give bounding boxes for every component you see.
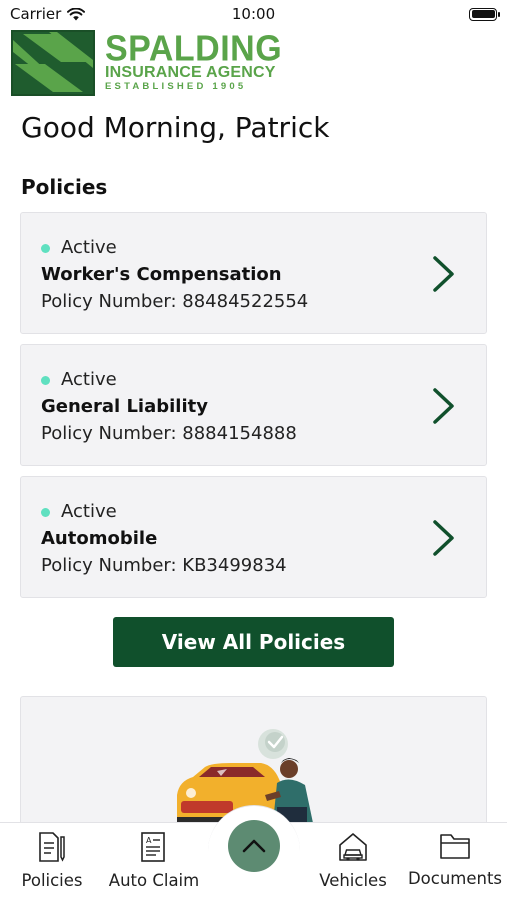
vehicles-garage-icon <box>339 833 367 861</box>
policy-status: Active <box>41 499 466 525</box>
clock-time: 10:00 <box>231 5 276 23</box>
tab-label: Documents <box>407 869 503 888</box>
tab-auto-claim[interactable]: A Auto Claim <box>104 831 204 890</box>
active-status-dot-icon <box>41 507 50 517</box>
auto-claim-form-icon: A <box>141 832 165 862</box>
tab-policies[interactable]: Policies <box>2 831 102 890</box>
policy-card-automobile[interactable]: Active Automobile Policy Number: KB34998… <box>20 476 487 598</box>
battery-level <box>471 10 495 18</box>
chevron-right-icon <box>433 520 454 556</box>
active-status-dot-icon <box>41 243 50 253</box>
policy-number: Policy Number: KB3499834 <box>41 555 287 576</box>
policy-name: General Liability <box>41 396 208 417</box>
status-bar: Carrier 10:00 <box>0 0 507 28</box>
policy-number: Policy Number: 8884154888 <box>41 423 297 444</box>
tab-label: Vehicles <box>319 871 387 890</box>
policy-number: Policy Number: 88484522554 <box>41 291 309 312</box>
view-all-policies-button[interactable]: View All Policies <box>113 617 394 667</box>
policy-status-label: Active <box>61 237 117 258</box>
tab-vehicles[interactable]: Vehicles <box>303 831 403 890</box>
policy-name: Automobile <box>41 528 158 549</box>
documents-folder-icon <box>440 834 470 859</box>
tab-label: Policies <box>21 871 83 890</box>
policy-card-general-liability[interactable]: Active General Liability Policy Number: … <box>20 344 487 466</box>
policy-card-workers-comp[interactable]: Active Worker's Compensation Policy Numb… <box>20 212 487 334</box>
status-left: Carrier <box>10 5 86 23</box>
tab-label: Auto Claim <box>108 871 200 890</box>
bottom-tab-bar: Policies A Auto Claim Vehicles Documents <box>0 805 507 900</box>
greeting-heading: Good Morning, Patrick <box>21 111 330 144</box>
policies-section-title: Policies <box>21 175 108 199</box>
wifi-icon <box>67 7 86 20</box>
chevron-right-icon <box>433 388 454 424</box>
agency-logo: SPALDING INSURANCE AGENCY ESTABLISHED 19… <box>11 30 282 96</box>
policy-status: Active <box>41 235 466 261</box>
policy-status-label: Active <box>61 501 117 522</box>
logo-established: ESTABLISHED 1905 <box>105 81 247 92</box>
logo-name: SPALDING <box>105 29 283 69</box>
policies-document-icon <box>39 832 65 862</box>
chevron-right-icon <box>433 256 454 292</box>
active-status-dot-icon <box>41 375 50 385</box>
carrier-label: Carrier <box>10 5 62 23</box>
policy-status: Active <box>41 367 466 393</box>
chevron-up-icon <box>242 839 266 853</box>
svg-text:A: A <box>146 836 152 845</box>
tab-documents[interactable]: Documents <box>405 831 505 888</box>
expand-menu-button[interactable] <box>228 820 280 872</box>
policy-name: Worker's Compensation <box>41 264 282 285</box>
logo-text: SPALDING INSURANCE AGENCY ESTABLISHED 19… <box>105 29 283 92</box>
battery-icon <box>469 7 500 21</box>
logo-mark-icon <box>11 30 95 96</box>
policy-status-label: Active <box>61 369 117 390</box>
